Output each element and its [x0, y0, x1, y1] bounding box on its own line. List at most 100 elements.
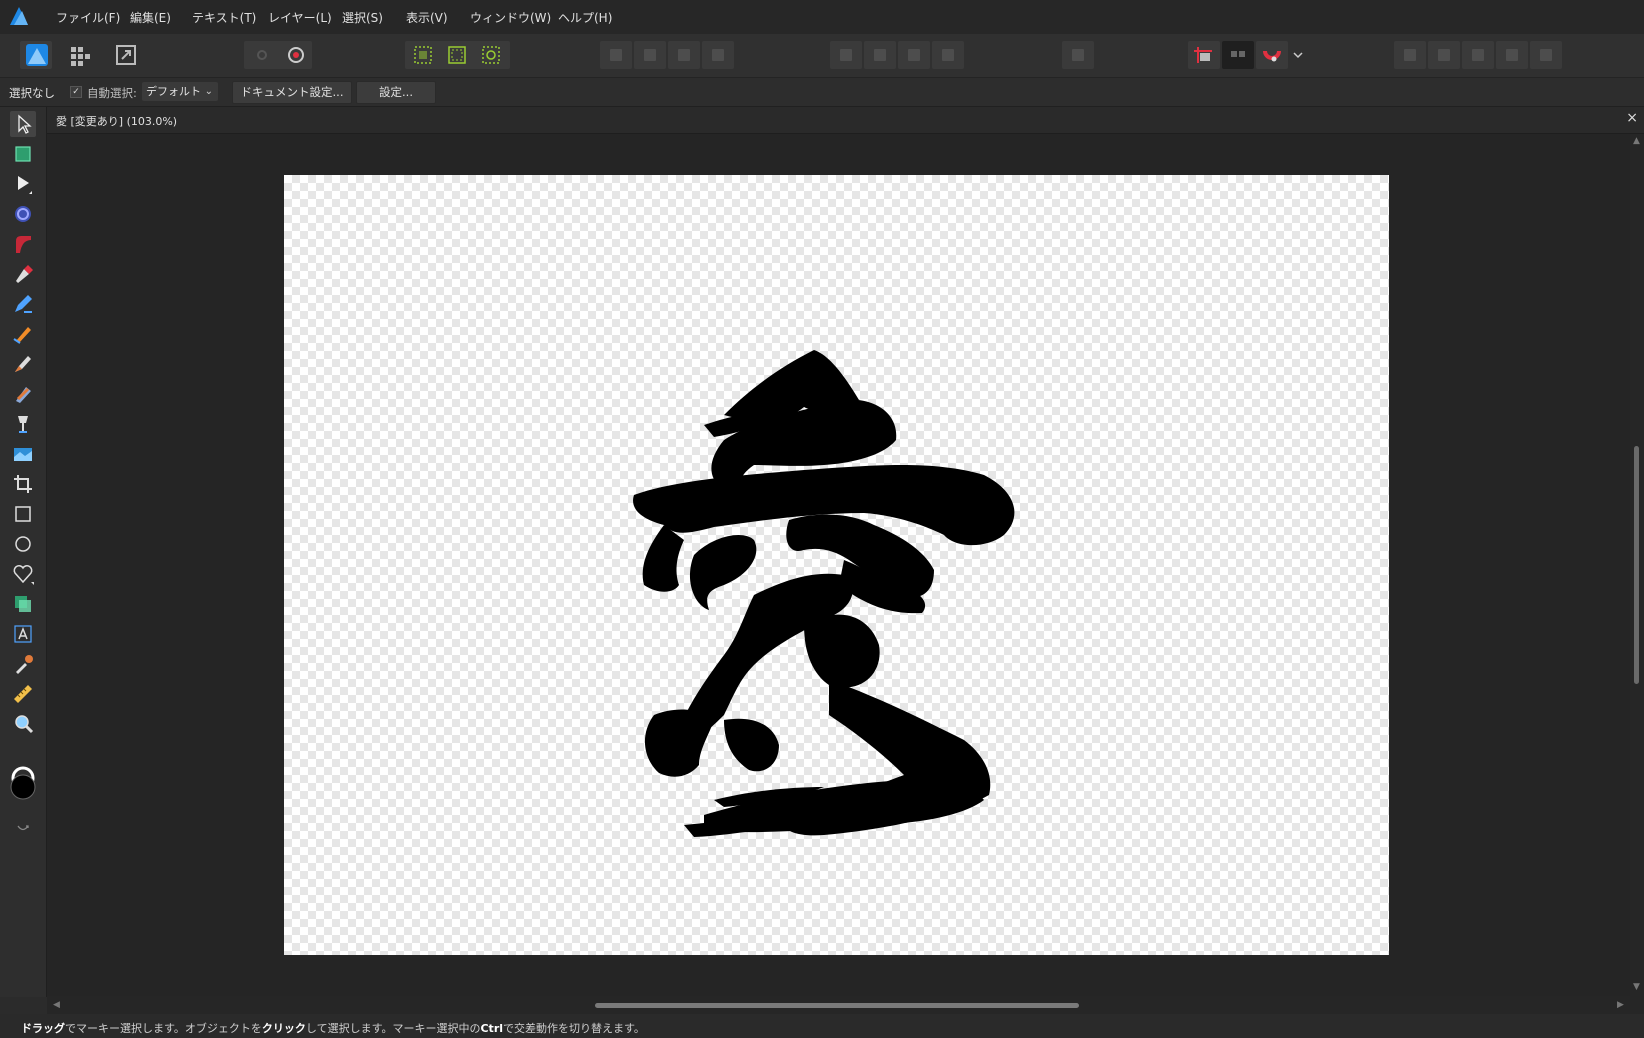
canvas-area[interactable]: [47, 134, 1630, 996]
status-part1: でマーキー選択します。オブジェクトを: [65, 1022, 262, 1035]
snapping-options-dropdown[interactable]: [1290, 41, 1306, 69]
affinity-designer-icon[interactable]: [8, 5, 30, 27]
select-all-icon: [414, 46, 432, 64]
guides-button[interactable]: [1188, 41, 1220, 69]
invert-selection-icon: [482, 46, 500, 64]
fill-tool-icon[interactable]: [10, 351, 36, 377]
corner-tool-icon[interactable]: [10, 231, 36, 257]
magnet-icon: [1263, 50, 1281, 62]
move-to-back-button[interactable]: [600, 41, 632, 69]
move-back-one-button[interactable]: [634, 41, 666, 69]
rectangle-tool-icon[interactable]: [10, 501, 36, 527]
pen-tool-icon[interactable]: [10, 261, 36, 287]
subtract-boolean-button[interactable]: [1428, 41, 1460, 69]
artboard[interactable]: [284, 175, 1389, 955]
scroll-up-icon[interactable]: ▲: [1633, 136, 1640, 146]
grid-icon: [1231, 51, 1245, 57]
swap-colors-icon[interactable]: [10, 822, 36, 836]
xor-boolean-button[interactable]: [1496, 41, 1528, 69]
point-transform-tool-icon[interactable]: [10, 201, 36, 227]
crop-tool-icon[interactable]: [10, 471, 36, 497]
node-tool-icon[interactable]: [10, 171, 36, 197]
color-swatches[interactable]: [10, 765, 36, 805]
deselect-icon: [448, 46, 466, 64]
export-persona-button[interactable]: [110, 41, 142, 69]
transparency-tool-icon[interactable]: [10, 381, 36, 407]
move-tool-icon[interactable]: [10, 111, 36, 137]
settings-toggle-button[interactable]: [280, 41, 312, 69]
grid-toggle-button[interactable]: [1222, 41, 1254, 69]
rotate-left-button[interactable]: [898, 41, 930, 69]
rotate-right-button[interactable]: [932, 41, 964, 69]
close-icon[interactable]: ×: [1626, 110, 1638, 126]
gear-icon: [288, 47, 304, 63]
horizontal-scroll-thumb[interactable]: [595, 1003, 1079, 1008]
designer-persona-icon: [26, 44, 48, 66]
auto-select-label: 自動選択:: [87, 86, 137, 100]
document-title: 愛 [変更あり] (103.0%): [56, 115, 178, 128]
context-toolbar: 選択なし ✓ 自動選択: デフォルト ⌄ ドキュメント設定... 設定...: [0, 78, 1644, 107]
circle-dot-icon: [257, 50, 267, 60]
horizontal-scrollbar[interactable]: ◀ ▶: [47, 996, 1644, 1014]
pencil-tool-icon[interactable]: [10, 291, 36, 317]
menu-bar: ファイル(F) 編集(E) テキスト(T) レイヤー(L) 選択(S) 表示(V…: [0, 0, 1644, 34]
disabled-tool-icon[interactable]: [246, 41, 278, 69]
move-to-front-button[interactable]: [702, 41, 734, 69]
artboard-tool-icon[interactable]: [10, 141, 36, 167]
pixel-persona-button[interactable]: [65, 41, 97, 69]
vector-crop-tool-icon[interactable]: [10, 441, 36, 467]
status-click: クリック: [261, 1022, 306, 1035]
chevron-down-icon: [1293, 52, 1303, 59]
auto-select-checkbox[interactable]: ✓: [70, 86, 82, 98]
document-tab[interactable]: 愛 [変更あり] (103.0%) ×: [47, 107, 1644, 134]
scroll-left-icon[interactable]: ◀: [53, 1000, 60, 1010]
intersect-boolean-button[interactable]: [1462, 41, 1494, 69]
heart-shape-tool-icon[interactable]: [10, 561, 36, 587]
guides-icon: [1194, 47, 1212, 63]
settings-button[interactable]: 設定...: [356, 81, 436, 104]
menu-edit[interactable]: 編集(E): [130, 9, 171, 26]
snapping-button[interactable]: [1256, 41, 1288, 69]
document-settings-button[interactable]: ドキュメント設定...: [232, 81, 352, 104]
flip-horizontal-button[interactable]: [830, 41, 862, 69]
ellipse-tool-icon[interactable]: [10, 531, 36, 557]
flip-vertical-button[interactable]: [864, 41, 896, 69]
invert-selection-button[interactable]: [475, 41, 507, 69]
measure-tool-icon[interactable]: [10, 681, 36, 707]
menu-layer[interactable]: レイヤー(L): [268, 9, 332, 26]
align-button[interactable]: [1062, 41, 1094, 69]
menu-help[interactable]: ヘルプ(H): [558, 9, 612, 26]
place-image-tool-icon[interactable]: [10, 411, 36, 437]
scroll-right-icon[interactable]: ▶: [1617, 1000, 1624, 1010]
select-all-button[interactable]: [407, 41, 439, 69]
scroll-down-icon[interactable]: ▼: [1633, 982, 1640, 992]
status-bar: ドラッグでマーキー選択します。オブジェクトをクリックして選択します。マーキー選択…: [0, 1014, 1644, 1038]
pixel-persona-icon: [71, 47, 90, 66]
menu-text[interactable]: テキスト(T): [192, 9, 256, 26]
add-boolean-button[interactable]: [1394, 41, 1426, 69]
preset-value: デフォルト: [146, 85, 201, 98]
status-hint: ドラッグでマーキー選択します。オブジェクトをクリックして選択します。マーキー選択…: [21, 1020, 645, 1036]
vertical-scrollbar[interactable]: ▲ ▼: [1630, 134, 1644, 996]
designer-persona-button[interactable]: [20, 41, 52, 69]
move-forward-one-button[interactable]: [668, 41, 700, 69]
artistic-text-tool-icon[interactable]: [10, 621, 36, 647]
toolbar: [0, 34, 1644, 78]
deselect-button[interactable]: [441, 41, 473, 69]
menu-view[interactable]: 表示(V): [406, 9, 448, 26]
auto-select-preset-dropdown[interactable]: デフォルト ⌄: [142, 82, 218, 101]
menu-window[interactable]: ウィンドウ(W): [470, 9, 551, 26]
zoom-tool-icon[interactable]: [10, 711, 36, 737]
divide-boolean-button[interactable]: [1530, 41, 1562, 69]
tools-panel: [0, 107, 47, 997]
status-drag: ドラッグ: [21, 1022, 65, 1035]
menu-select[interactable]: 選択(S): [342, 9, 383, 26]
shape-builder-tool-icon[interactable]: [10, 591, 36, 617]
menu-file[interactable]: ファイル(F): [56, 9, 120, 26]
calligraphy-artwork[interactable]: [284, 175, 1389, 955]
vector-brush-tool-icon[interactable]: [10, 321, 36, 347]
vertical-scroll-thumb[interactable]: [1634, 446, 1639, 684]
status-part3: で交差動作を切り替えます。: [503, 1022, 645, 1035]
chevron-down-icon: ⌄: [204, 86, 213, 97]
color-picker-tool-icon[interactable]: [10, 651, 36, 677]
